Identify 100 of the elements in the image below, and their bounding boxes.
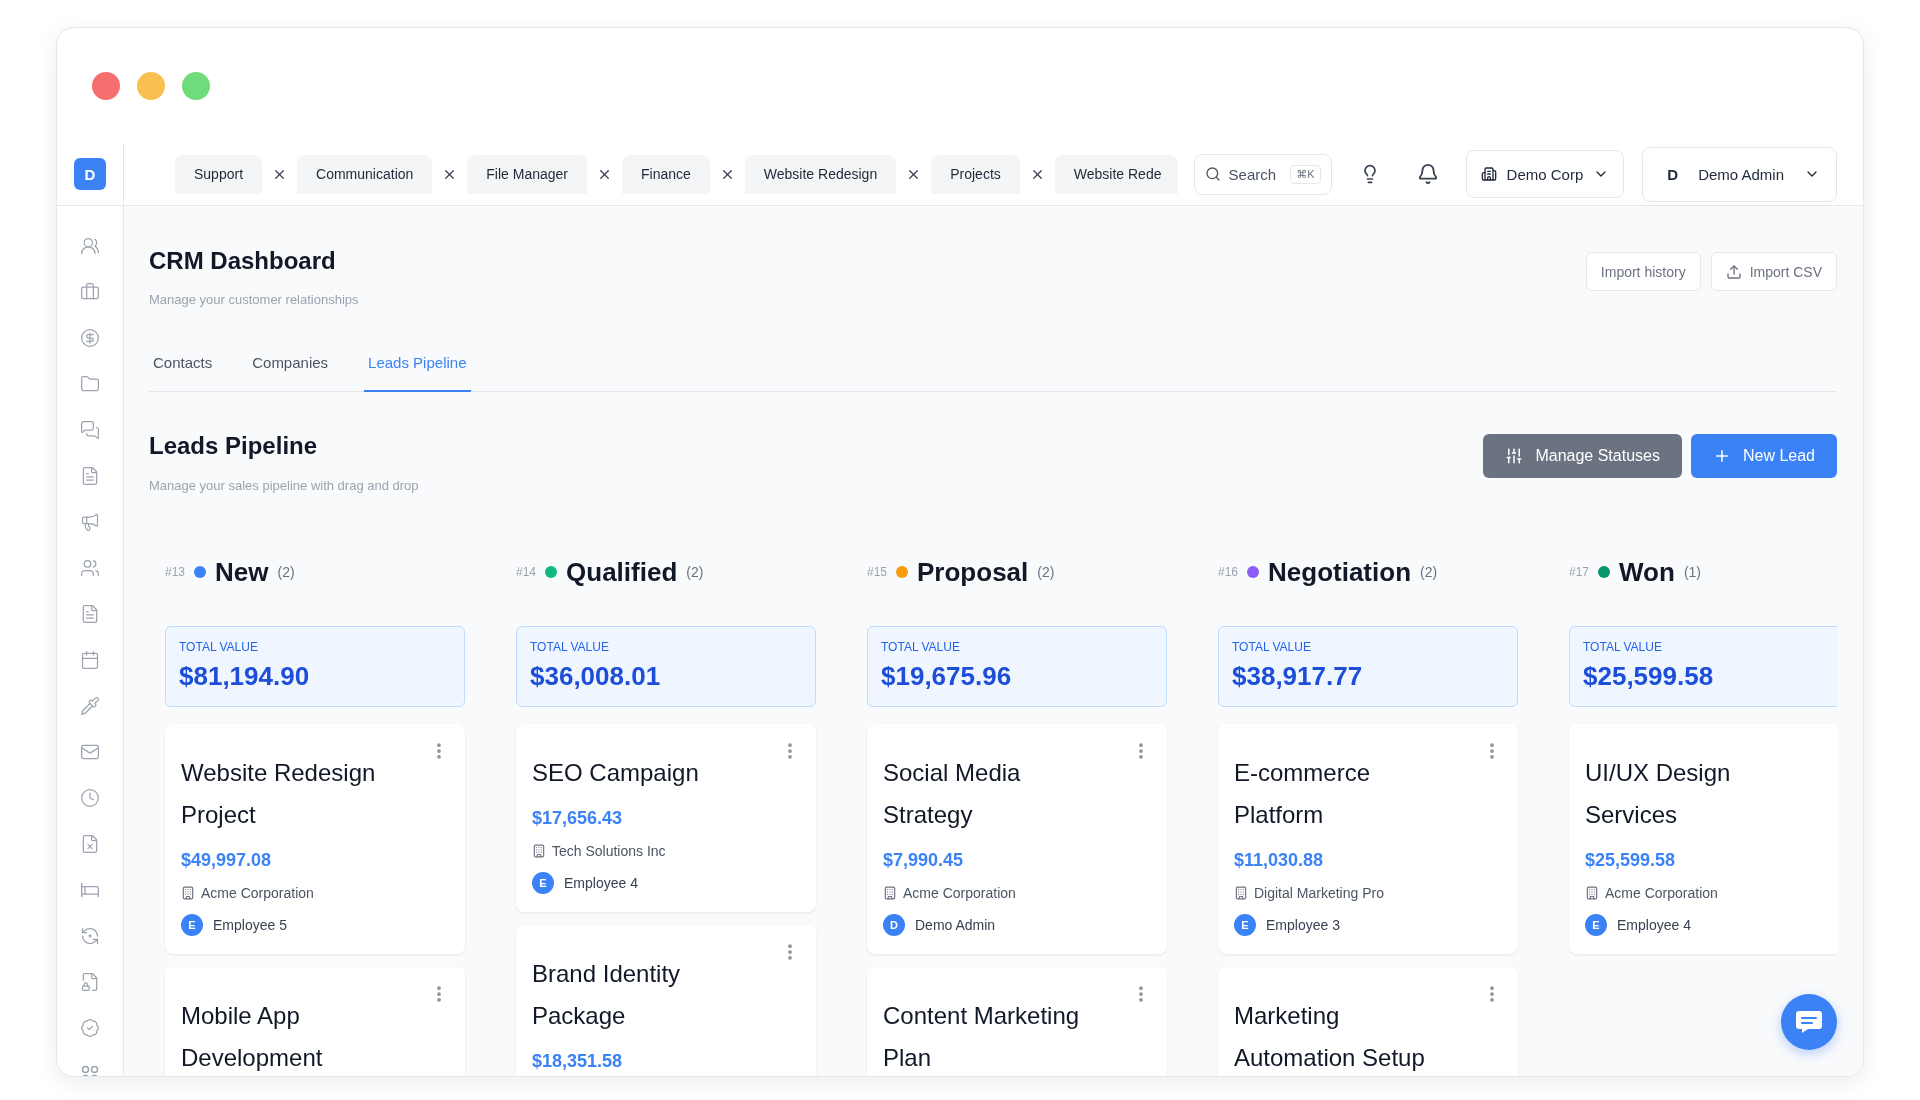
- tab[interactable]: Website Redesign: [744, 154, 897, 194]
- badge-check-icon[interactable]: [80, 1018, 100, 1038]
- company-name: Acme Corporation: [1605, 884, 1718, 903]
- lead-card[interactable]: Mobile App Development: [165, 967, 465, 1076]
- users-icon[interactable]: [80, 236, 100, 256]
- building-icon: [1585, 886, 1599, 900]
- app-logo[interactable]: D: [74, 158, 106, 190]
- megaphone-icon[interactable]: [80, 512, 100, 532]
- lead-title: E-commerce Platform: [1234, 758, 1372, 830]
- messages-icon[interactable]: [80, 420, 100, 440]
- avatar: E: [532, 872, 554, 894]
- column-count: (1): [1683, 564, 1701, 580]
- lead-value: $18,351.58: [532, 1050, 624, 1073]
- lead-title: SEO Campaign: [532, 758, 700, 788]
- section-tab[interactable]: Leads Pipeline: [364, 336, 471, 392]
- total-amount: $36,008.01: [530, 660, 662, 692]
- import-button[interactable]: Import CSV: [1710, 252, 1837, 291]
- user-menu[interactable]: D Demo Admin: [1642, 146, 1837, 202]
- lead-value: $25,599.58: [1585, 849, 1677, 872]
- tab[interactable]: File Manager: [467, 154, 587, 194]
- total-amount: $19,675.96: [881, 660, 1013, 692]
- total-label: TOTAL VALUE: [530, 639, 610, 655]
- tab[interactable]: Finance: [622, 154, 710, 194]
- briefcase-icon[interactable]: [80, 282, 100, 302]
- bed-icon[interactable]: [80, 880, 100, 900]
- column-title: New: [215, 556, 269, 589]
- lead-card[interactable]: Content Marketing Plan: [867, 967, 1167, 1076]
- pipette-icon[interactable]: [80, 696, 100, 716]
- total-label: TOTAL VALUE: [881, 639, 961, 655]
- shortcut-hint: ⌘K: [1290, 164, 1321, 184]
- new-lead-button[interactable]: New Lead: [1690, 434, 1837, 478]
- lead-card[interactable]: Website Redesign Project $49,997.08 Acme Corporation E Employee 5: [165, 724, 465, 954]
- status-number: #17: [1569, 565, 1590, 579]
- assignee-name: Employee 4: [564, 874, 638, 893]
- section-tab[interactable]: Contacts: [149, 336, 217, 392]
- assignee-name: Employee 5: [213, 916, 287, 935]
- search-button[interactable]: Search ⌘K: [1193, 153, 1332, 195]
- section-tab[interactable]: Companies: [248, 336, 333, 392]
- chat-button[interactable]: [1781, 994, 1837, 1050]
- assignee-name: Employee 3: [1266, 916, 1340, 935]
- tab[interactable]: Website Rede: [1054, 154, 1178, 194]
- import-button[interactable]: Import history: [1585, 252, 1701, 291]
- folder-icon[interactable]: [80, 374, 100, 394]
- status-number: #14: [516, 565, 537, 579]
- lead-card[interactable]: SEO Campaign $17,656.43 Tech Solutions Inc E Employee 4: [516, 724, 816, 912]
- page-title: CRM Dashboard: [149, 246, 337, 276]
- building-icon: [883, 886, 897, 900]
- close-button[interactable]: [92, 71, 120, 100]
- section-subtitle: Manage your sales pipeline with drag and drop: [149, 477, 419, 495]
- sliders-icon: [1505, 447, 1524, 465]
- total-amount: $25,599.58: [1583, 660, 1715, 692]
- tab[interactable]: Projects: [931, 154, 1020, 194]
- status-number: #16: [1218, 565, 1239, 579]
- avatar: E: [1585, 914, 1607, 936]
- lead-value: $7,990.45: [883, 849, 965, 872]
- lead-title: Brand Identity Package: [532, 959, 682, 1031]
- assignee-name: Employee 4: [1617, 916, 1691, 935]
- lead-value: $49,997.08: [181, 849, 273, 872]
- calendar-icon[interactable]: [80, 650, 100, 670]
- tab[interactable]: Communication: [297, 154, 433, 194]
- user-initial: D: [1667, 165, 1679, 183]
- total-label: TOTAL VALUE: [179, 639, 259, 655]
- clock-icon[interactable]: [80, 788, 100, 808]
- lead-card[interactable]: Marketing Automation Setup: [1218, 967, 1518, 1076]
- lead-title: Social Media Strategy: [883, 758, 1022, 830]
- company-select[interactable]: Demo Corp: [1465, 150, 1625, 198]
- file-lock-icon[interactable]: [80, 972, 100, 992]
- minimize-button[interactable]: [137, 71, 165, 100]
- company-name: Acme Corporation: [201, 884, 314, 903]
- chat-icon: [1795, 1010, 1823, 1034]
- lead-value: $17,656.43: [532, 807, 624, 830]
- lead-title: Mobile App Development: [181, 1001, 324, 1073]
- bell-icon: [1416, 163, 1439, 185]
- document-icon[interactable]: [80, 466, 100, 486]
- avatar: E: [1234, 914, 1256, 936]
- total-label: TOTAL VALUE: [1232, 639, 1312, 655]
- company-name: Digital Marketing Pro: [1254, 884, 1384, 903]
- document-icon[interactable]: [80, 604, 100, 624]
- mail-icon[interactable]: [80, 742, 100, 762]
- section-title: Leads Pipeline: [149, 431, 319, 461]
- column-count: (2): [686, 564, 704, 580]
- lead-card[interactable]: Social Media Strategy $7,990.45 Acme Corporation D Demo Admin: [867, 724, 1167, 954]
- company-name: Acme Corporation: [903, 884, 1016, 903]
- avatar: E: [181, 914, 203, 936]
- refresh-icon[interactable]: [80, 926, 100, 946]
- lead-card[interactable]: UI/UX Design Services $25,599.58 Acme Corporation E Employee 4: [1569, 724, 1837, 954]
- maximize-button[interactable]: [182, 71, 210, 100]
- total-label: TOTAL VALUE: [1583, 639, 1663, 655]
- column-title: Proposal: [917, 556, 1029, 589]
- tab[interactable]: Support: [175, 154, 263, 194]
- building-icon: [532, 844, 546, 858]
- building-icon: [1234, 886, 1248, 900]
- manage-button[interactable]: Manage Statuses: [1483, 434, 1682, 478]
- column-count: (2): [1420, 564, 1438, 580]
- lead-title: Content Marketing Plan: [883, 1001, 1081, 1073]
- dollar-icon[interactable]: [80, 328, 100, 348]
- file-x-icon[interactable]: [80, 834, 100, 854]
- lead-card[interactable]: Brand Identity Package $18,351.58: [516, 925, 816, 1076]
- group-icon[interactable]: [80, 558, 100, 578]
- lead-card[interactable]: E-commerce Platform $11,030.88 Digital Marketing Pro E Employee 3: [1218, 724, 1518, 954]
